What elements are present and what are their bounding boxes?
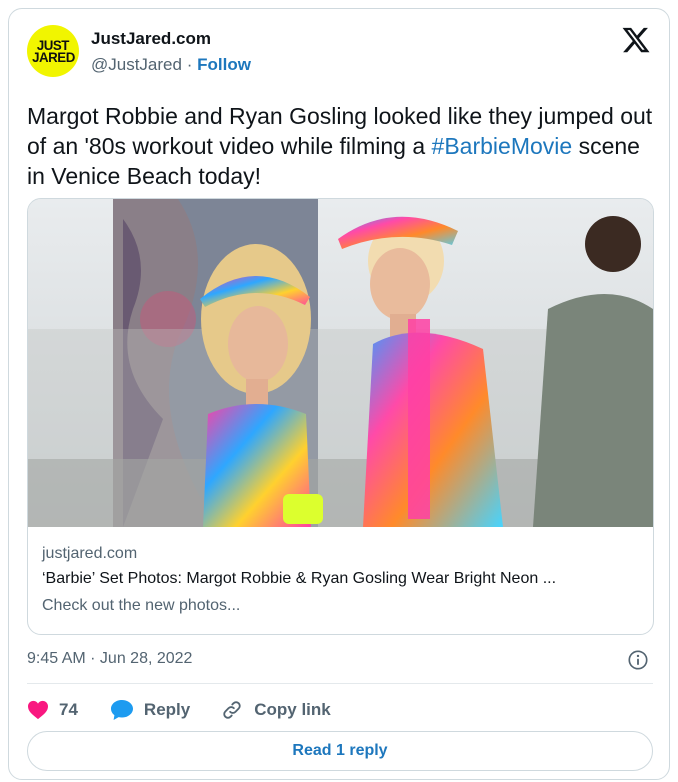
avatar-text-line2: JARED [31, 49, 75, 65]
author-handle-row: @JustJared · Follow [91, 55, 251, 75]
heart-icon [28, 700, 48, 720]
follow-button[interactable]: Follow [197, 55, 251, 74]
link-icon [223, 701, 241, 719]
hashtag-link[interactable]: #BarbieMovie [432, 133, 573, 159]
link-domain: justjared.com [42, 545, 138, 562]
link-preview-card[interactable]: justjared.com ‘Barbie’ Set Photos: Margo… [27, 198, 654, 635]
action-bar: 74 Reply Copy link [27, 697, 331, 723]
link-title: ‘Barbie’ Set Photos: Margot Robbie & Rya… [42, 570, 557, 587]
link-meta: justjared.com ‘Barbie’ Set Photos: Margo… [42, 537, 642, 615]
x-logo-icon[interactable] [621, 25, 651, 55]
tweet-timestamp[interactable]: 9:45 AM · Jun 28, 2022 [27, 650, 192, 668]
author-name[interactable]: JustJared.com [91, 29, 211, 49]
info-icon[interactable] [627, 649, 649, 671]
copy-link-button[interactable]: Copy link [220, 699, 331, 721]
copy-link-label: Copy link [254, 700, 331, 719]
link-description: Check out the new photos... [42, 597, 241, 614]
read-replies-button[interactable]: Read 1 reply [27, 731, 653, 771]
link-preview-image[interactable] [28, 199, 653, 527]
author-handle[interactable]: @JustJared [91, 55, 182, 74]
tweet-text: Margot Robbie and Ryan Gosling looked li… [27, 101, 657, 191]
reply-button[interactable]: Reply [110, 699, 190, 721]
divider [27, 683, 653, 684]
like-button[interactable]: 74 [27, 700, 78, 720]
tweet-embed-card: JUST JARED JustJared.com @JustJared · Fo… [8, 8, 670, 780]
reply-label: Reply [143, 700, 191, 719]
handle-separator: · [186, 55, 193, 74]
author-avatar[interactable]: JUST JARED [27, 25, 79, 77]
reply-bubble-icon [110, 700, 133, 720]
like-count: 74 [59, 700, 78, 719]
